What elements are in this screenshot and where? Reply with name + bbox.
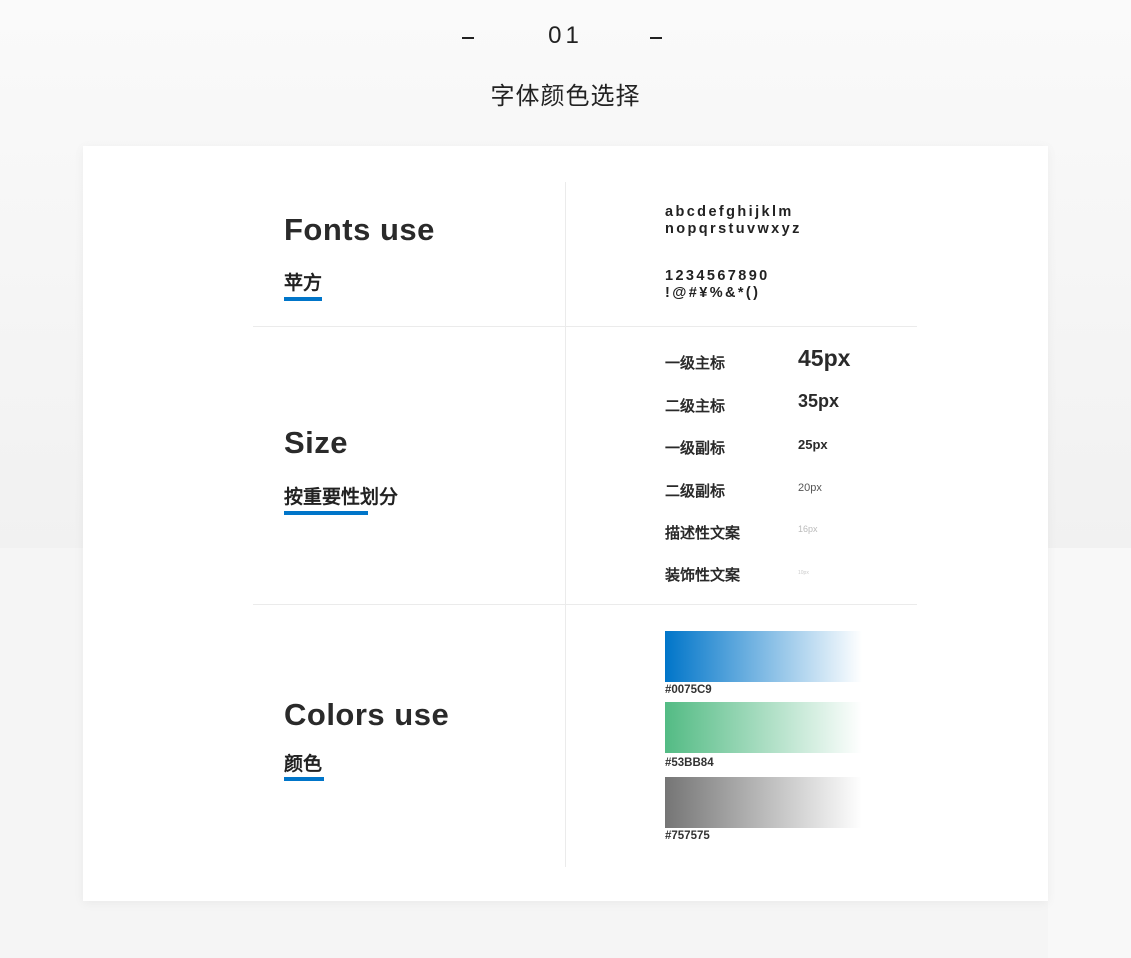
font-sample-lowercase-2: nopqrstuvwxyz xyxy=(665,221,802,237)
section-number: 01 xyxy=(548,22,583,49)
color-swatch-gray xyxy=(665,777,862,828)
font-sample-digits: 1234567890 xyxy=(665,268,770,284)
size-label: 二级主标 xyxy=(665,398,726,415)
size-label: 描述性文案 xyxy=(665,525,741,542)
color-swatch-blue xyxy=(665,631,862,682)
size-value: 16px xyxy=(798,524,818,534)
color-swatch-label: #53BB84 xyxy=(665,757,714,769)
fonts-subtitle: 苹方 xyxy=(284,273,323,294)
size-title: Size xyxy=(284,425,349,460)
row-divider-2 xyxy=(253,604,917,605)
size-label: 一级副标 xyxy=(665,440,726,457)
column-divider xyxy=(565,182,566,867)
colors-underline xyxy=(284,777,324,781)
size-value: 35px xyxy=(798,391,840,411)
size-value: 25px xyxy=(798,437,828,452)
size-value: 10px xyxy=(798,570,809,576)
color-swatch-label: #0075C9 xyxy=(665,684,712,696)
size-subtitle: 按重要性划分 xyxy=(284,487,399,508)
fonts-title: Fonts use xyxy=(284,212,435,247)
color-swatch-label: #757575 xyxy=(665,830,710,842)
size-value: 45px xyxy=(798,345,851,371)
font-sample-symbols: !@#¥%&*() xyxy=(665,285,761,301)
size-value: 20px xyxy=(798,482,822,494)
header-dash-right xyxy=(650,37,662,39)
spec-card: Fonts use 苹方 abcdefghijklm nopqrstuvwxyz… xyxy=(83,146,1048,901)
size-label: 二级副标 xyxy=(665,483,726,500)
color-swatch-green xyxy=(665,702,862,753)
colors-subtitle: 颜色 xyxy=(284,754,323,775)
page-title: 字体颜色选择 xyxy=(490,83,641,110)
row-divider-1 xyxy=(253,326,917,327)
size-label: 一级主标 xyxy=(665,355,726,372)
page-background-corner xyxy=(1048,548,1131,958)
fonts-underline xyxy=(284,297,322,301)
size-underline xyxy=(284,511,368,515)
size-label: 装饰性文案 xyxy=(665,567,741,584)
font-sample-lowercase-1: abcdefghijklm xyxy=(665,204,794,220)
colors-title: Colors use xyxy=(284,697,450,732)
